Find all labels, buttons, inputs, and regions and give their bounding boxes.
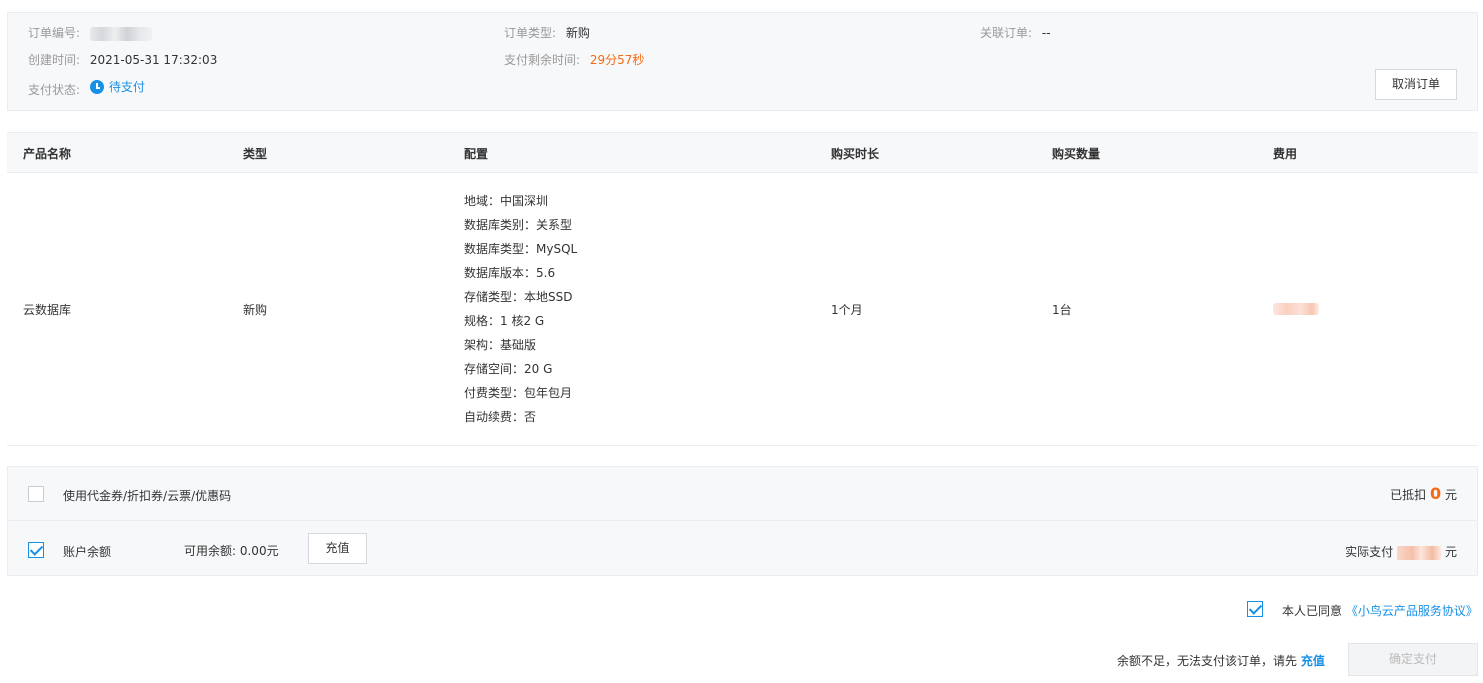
header-duration: 购买时长 bbox=[831, 147, 880, 161]
config-architecture: 架构：基础版 bbox=[464, 338, 537, 352]
actual-payment-redacted bbox=[1397, 545, 1442, 560]
clock-icon bbox=[89, 80, 104, 94]
insufficient-balance: 余额不足，无法支付该订单，请先 充值 bbox=[1117, 652, 1325, 669]
header-quantity: 购买数量 bbox=[1052, 147, 1101, 161]
related-order-label: 关联订单: bbox=[980, 26, 1033, 40]
created-time-item: 创建时间: 2021-05-31 17:32:03 bbox=[28, 52, 217, 68]
payment-status-value: 待支付 bbox=[108, 80, 145, 94]
payment-status-item: 支付状态: 待支付 bbox=[28, 79, 145, 98]
agreement-text: 本人已同意 bbox=[1282, 604, 1343, 618]
config-storage-type: 存储类型：本地SSD bbox=[464, 290, 573, 304]
deducted-label: 已抵扣 bbox=[1390, 488, 1427, 502]
config-db-type: 数据库类型：MySQL bbox=[464, 242, 578, 256]
product-name-cell: 云数据库 bbox=[23, 303, 72, 317]
actual-payment-unit: 元 bbox=[1444, 545, 1457, 559]
insufficient-text: 余额不足，无法支付该订单，请先 bbox=[1117, 654, 1298, 668]
header-product-name: 产品名称 bbox=[23, 147, 72, 161]
order-type-item: 订单类型: 新购 bbox=[504, 25, 590, 41]
config-list: 地域：中国深圳 数据库类别：关系型 数据库类型：MySQL 数据库版本：5.6 … bbox=[464, 193, 577, 433]
config-db-version: 数据库版本：5.6 bbox=[464, 266, 556, 280]
table-row: 云数据库 新购 地域：中国深圳 数据库类别：关系型 数据库类型：MySQL 数据… bbox=[7, 173, 1478, 446]
created-time-label: 创建时间: bbox=[28, 53, 81, 67]
duration-cell: 1个月 bbox=[831, 303, 863, 317]
config-region: 地域：中国深圳 bbox=[464, 194, 549, 208]
confirm-payment-button[interactable]: 确定支付 bbox=[1348, 643, 1478, 676]
fee-cell-redacted bbox=[1273, 303, 1319, 318]
agreement-checkbox[interactable] bbox=[1247, 601, 1263, 617]
order-number-item: 订单编号: bbox=[28, 25, 152, 41]
payment-divider bbox=[8, 520, 1477, 521]
payment-panel: 使用代金券/折扣券/云票/优惠码 已抵扣 0 元 账户余额 可用余额: 0.00… bbox=[7, 466, 1478, 576]
agreement: 本人已同意 《小鸟云产品服务协议》 bbox=[1282, 602, 1478, 619]
coupon-label: 使用代金券/折扣券/云票/优惠码 bbox=[63, 489, 232, 503]
deducted-info: 已抵扣 0 元 bbox=[1390, 484, 1457, 503]
config-billing-type: 付费类型：包年包月 bbox=[464, 386, 573, 400]
agreement-link[interactable]: 《小鸟云产品服务协议》 bbox=[1346, 604, 1478, 618]
order-number-label: 订单编号: bbox=[28, 26, 81, 40]
quantity-cell: 1台 bbox=[1052, 303, 1072, 317]
order-info-panel: 订单编号: 订单类型: 新购 关联订单: -- 创建时间: 2021-05-31… bbox=[7, 12, 1478, 111]
payment-status: 待支付 bbox=[89, 79, 145, 95]
related-order-value: -- bbox=[1041, 26, 1051, 40]
cancel-order-button[interactable]: 取消订单 bbox=[1375, 69, 1457, 100]
actual-payment-label: 实际支付 bbox=[1345, 545, 1394, 559]
payment-status-label: 支付状态: bbox=[28, 83, 81, 97]
related-order-item: 关联订单: -- bbox=[980, 25, 1051, 41]
config-auto-renew: 自动续费：否 bbox=[464, 410, 537, 424]
config-spec: 规格：1 核2 G bbox=[464, 314, 545, 328]
actual-payment: 实际支付 元 bbox=[1345, 543, 1457, 560]
order-type-label: 订单类型: bbox=[504, 26, 557, 40]
balance-checkbox[interactable] bbox=[28, 542, 44, 558]
fee-redacted bbox=[1273, 303, 1319, 315]
type-cell: 新购 bbox=[243, 303, 268, 317]
header-fee: 费用 bbox=[1273, 147, 1298, 161]
recharge-button[interactable]: 充值 bbox=[308, 533, 367, 564]
balance-label: 账户余额 bbox=[63, 545, 112, 559]
remaining-time-countdown: 29分57秒 bbox=[589, 53, 645, 67]
created-time-value: 2021-05-31 17:32:03 bbox=[89, 53, 218, 67]
remaining-time-label: 支付剩余时间: bbox=[504, 53, 581, 67]
order-type-value: 新购 bbox=[565, 26, 590, 40]
available-balance: 可用余额: 0.00元 bbox=[184, 544, 279, 558]
config-db-category: 数据库类别：关系型 bbox=[464, 218, 573, 232]
deducted-unit: 元 bbox=[1444, 488, 1457, 502]
remaining-time-item: 支付剩余时间: 29分57秒 bbox=[504, 52, 644, 68]
product-table-header: 产品名称 类型 配置 购买时长 购买数量 费用 bbox=[7, 132, 1478, 173]
header-config: 配置 bbox=[464, 147, 489, 161]
coupon-checkbox[interactable] bbox=[28, 486, 44, 502]
deducted-amount: 0 bbox=[1430, 484, 1442, 503]
footer-recharge-link[interactable]: 充值 bbox=[1301, 654, 1325, 668]
config-storage-space: 存储空间：20 G bbox=[464, 362, 553, 376]
header-type: 类型 bbox=[243, 147, 268, 161]
order-number-redacted bbox=[89, 26, 152, 41]
